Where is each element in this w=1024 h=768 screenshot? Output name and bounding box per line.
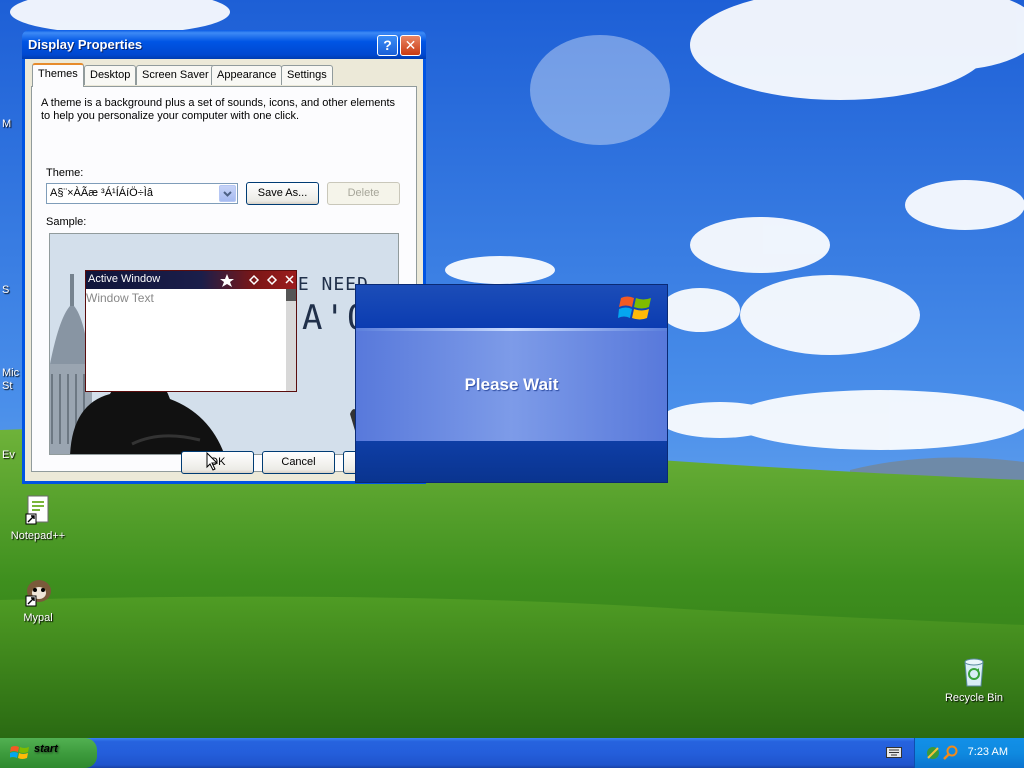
system-tray: 7:23 AM bbox=[914, 738, 1024, 768]
please-wait-body: Please Wait bbox=[356, 331, 667, 441]
clock[interactable]: 7:23 AM bbox=[968, 746, 1008, 758]
start-label: start bbox=[34, 743, 58, 755]
theme-dropdown-value: A§¨×ÀÃæ ³Á¹ÍÁíÖ÷Ìâ bbox=[50, 187, 153, 199]
window-title: Display Properties bbox=[28, 37, 143, 52]
theme-dropdown[interactable]: A§¨×ÀÃæ ³Á¹ÍÁíÖ÷Ìâ bbox=[46, 183, 238, 204]
search-icon[interactable] bbox=[943, 745, 959, 761]
sample-window-title: Active Window bbox=[88, 273, 161, 285]
windows-flag-icon bbox=[10, 746, 29, 759]
desktop-icon-label-cut-3: Mic bbox=[2, 367, 20, 379]
sample-window-text: Window Text bbox=[86, 291, 154, 305]
tab-screen-saver[interactable]: Screen Saver bbox=[136, 65, 215, 85]
window-titlebar[interactable]: Display Properties ? ✕ bbox=[22, 30, 426, 59]
cancel-button[interactable]: Cancel bbox=[262, 451, 335, 474]
desktop-icon-mypal[interactable]: Mypal bbox=[0, 576, 76, 624]
desktop-icon-notepad-plus-plus[interactable]: Notepad++ bbox=[0, 494, 76, 542]
tab-themes[interactable]: Themes bbox=[32, 63, 84, 87]
please-wait-footer bbox=[356, 441, 667, 482]
close-icon: ✕ bbox=[404, 37, 417, 53]
tab-appearance[interactable]: Appearance bbox=[211, 65, 283, 85]
sample-label: Sample: bbox=[46, 216, 87, 228]
mypal-browser-icon bbox=[22, 576, 54, 608]
please-wait-header bbox=[356, 285, 667, 328]
close-button[interactable]: ✕ bbox=[400, 35, 421, 56]
help-button[interactable]: ? bbox=[377, 35, 398, 56]
start-button[interactable]: start bbox=[0, 738, 97, 768]
desktop-icon-label: Notepad++ bbox=[10, 530, 66, 542]
desktop-icon-label: Mypal bbox=[23, 612, 53, 624]
save-as-button[interactable]: Save As... bbox=[246, 182, 319, 205]
desktop-icon-label-cut-1: M bbox=[2, 118, 12, 130]
delete-button[interactable]: Delete bbox=[327, 182, 400, 205]
network-tray-icon[interactable] bbox=[925, 745, 941, 761]
desktop-icon-recycle-bin[interactable]: Recycle Bin bbox=[936, 656, 1012, 704]
please-wait-dialog: Please Wait bbox=[355, 284, 668, 483]
theme-label: Theme: bbox=[46, 167, 84, 179]
desktop-icon-label: Recycle Bin bbox=[944, 692, 1004, 704]
desktop-icon-label-cut-5: Ev bbox=[2, 449, 15, 461]
windows-logo-icon bbox=[618, 296, 651, 320]
sample-active-window: Active Window Window Text bbox=[85, 270, 297, 392]
desktop-icon-label-cut-2: S bbox=[2, 284, 10, 296]
sample-caption-buttons-icon bbox=[220, 274, 294, 287]
recycle-bin-icon bbox=[958, 656, 990, 688]
notepad-plus-plus-icon bbox=[22, 494, 54, 526]
sample-window-body: Window Text bbox=[86, 289, 286, 391]
themes-description: A theme is a background plus a set of so… bbox=[41, 97, 396, 122]
keyboard-icon[interactable] bbox=[886, 747, 902, 758]
please-wait-message: Please Wait bbox=[464, 375, 559, 394]
sample-window-scrollbar bbox=[286, 289, 296, 391]
taskbar: start 7:23 AM bbox=[0, 738, 1024, 768]
chevron-down-icon[interactable] bbox=[219, 185, 236, 202]
sample-window-titlebar: Active Window bbox=[86, 271, 296, 289]
desktop-icon-label-cut-4: St bbox=[2, 380, 13, 392]
theme-sample-preview: VE NEED A'O Active Window Window Text bbox=[49, 233, 399, 455]
tab-desktop[interactable]: Desktop bbox=[84, 65, 137, 85]
mouse-pointer-icon bbox=[206, 452, 219, 471]
question-mark-icon: ? bbox=[383, 37, 392, 53]
tab-settings[interactable]: Settings bbox=[281, 65, 333, 85]
